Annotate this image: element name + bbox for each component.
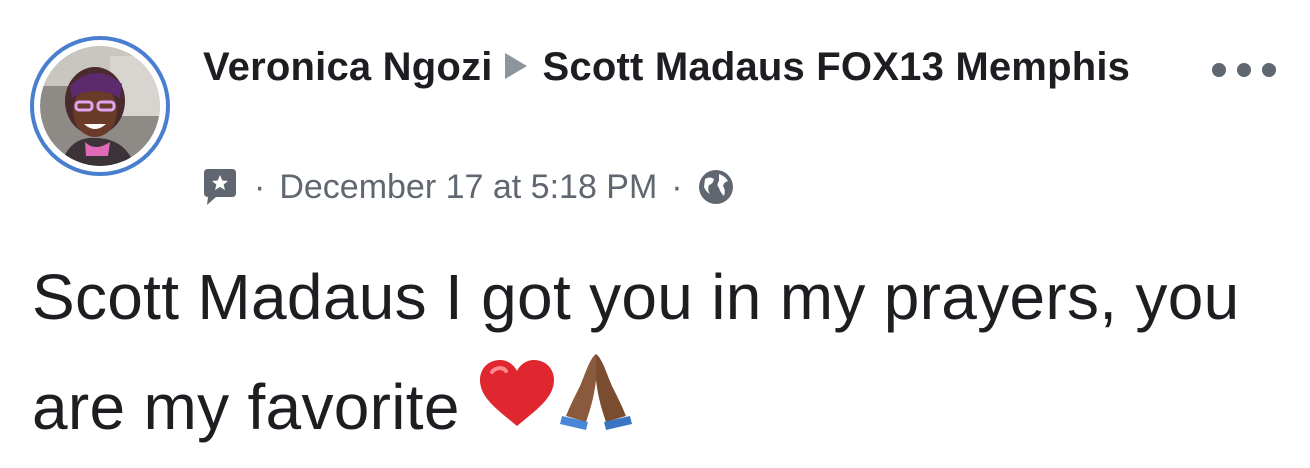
post-content: Scott Madaus I got you in my prayers, yo… [32, 242, 1272, 468]
target-page-name[interactable]: Scott Madaus FOX13 Memphis [543, 45, 1131, 89]
post-timestamp[interactable]: December 17 at 5:18 PM [279, 168, 657, 207]
red-heart-emoji [478, 351, 556, 461]
globe-icon[interactable] [697, 168, 735, 206]
separator-dot: · [671, 167, 683, 206]
profile-photo-icon [40, 46, 160, 166]
avatar[interactable] [30, 36, 170, 176]
post-card: Veronica Ngozi Scott Madaus FOX13 Memphis… [0, 0, 1310, 468]
post-meta: · December 17 at 5:18 PM · [200, 163, 735, 211]
folded-hands-emoji [556, 350, 636, 463]
post-header: Veronica Ngozi Scott Madaus FOX13 Memphis [203, 38, 1193, 96]
comment-star-icon [204, 169, 236, 205]
author-name[interactable]: Veronica Ngozi [203, 45, 493, 89]
shared-to-arrow-icon [504, 53, 527, 80]
separator-dot: · [254, 167, 266, 206]
more-options-icon[interactable] [1212, 58, 1276, 82]
